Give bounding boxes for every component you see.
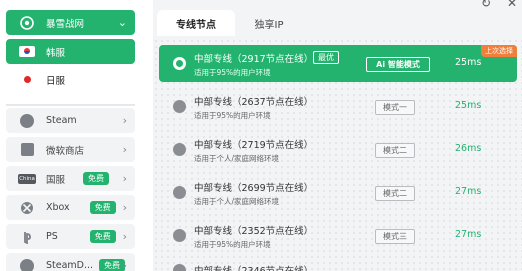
chevron-right-icon: › xyxy=(122,201,127,214)
tab-dedicated-nodes[interactable]: 专线节点 xyxy=(157,10,235,36)
node-row[interactable]: 中部专线（2699节点在线） 适用于个人/家庭网络环境 模式二 27ms xyxy=(159,174,517,211)
battlenet-icon xyxy=(16,12,38,34)
mode-button[interactable]: 模式一 xyxy=(375,100,415,115)
node-title: 中部专线（2346节点在线） xyxy=(194,263,313,271)
mode-button[interactable]: 模式二 xyxy=(375,143,415,158)
sidebar-item-label: SteamD... xyxy=(46,260,94,271)
free-badge: 免费 xyxy=(89,230,116,243)
sidebar-item-label: 微软商店 xyxy=(46,145,85,157)
node-icon xyxy=(173,229,186,242)
node-subtitle: 适用于95%的用户环境 xyxy=(194,240,271,249)
sidebar: 暴雪战网 ⌄ 韩服 日服 Steam › 微软商店 › China 国服 免费 … xyxy=(0,0,143,271)
microsoft-store-icon xyxy=(16,139,38,161)
sidebar-item-korea[interactable]: 韩服 xyxy=(6,39,135,64)
sidebar-item-steam[interactable]: Steam › xyxy=(6,108,135,133)
sidebar-item-microsoft-store[interactable]: 微软商店 › xyxy=(6,137,135,162)
node-subtitle: 适用于95%的用户环境 xyxy=(194,68,271,77)
node-row[interactable]: 中部专线（2346节点在线） xyxy=(159,258,517,271)
node-icon xyxy=(173,186,186,199)
node-title: 中部专线（2699节点在线） xyxy=(194,183,314,194)
node-title: 中部专线（2637节点在线） xyxy=(194,97,314,108)
sidebar-item-label: 暴雪战网 xyxy=(46,18,85,30)
chevron-right-icon: › xyxy=(122,230,127,243)
china-icon: China xyxy=(18,173,36,184)
sidebar-item-battlenet[interactable]: 暴雪战网 ⌄ xyxy=(6,10,135,35)
chevron-down-icon: ⌄ xyxy=(117,16,127,29)
node-icon xyxy=(173,100,186,113)
free-badge: 免费 xyxy=(89,201,116,214)
tab-bar: 专线节点 独享IP xyxy=(153,0,522,38)
node-row[interactable]: 中部专线（2637节点在线） 适用于95%的用户环境 模式一 25ms xyxy=(159,88,517,125)
chevron-right-icon: › xyxy=(122,259,127,271)
node-row[interactable]: 中部专线（2719节点在线） 适用于个人/家庭网络环境 模式二 26ms xyxy=(159,131,517,168)
latency: 27ms xyxy=(455,229,482,240)
sidebar-item-playstation[interactable]: PS 免费 › xyxy=(6,224,135,249)
sidebar-item-china[interactable]: China 国服 免费 › xyxy=(6,166,135,191)
node-subtitle: 适用于个人/家庭网络环境 xyxy=(194,154,280,163)
free-badge: 免费 xyxy=(83,172,110,185)
mode-button[interactable]: 模式三 xyxy=(375,229,415,244)
node-row[interactable]: 中部专线（2352节点在线） 适用于95%的用户环境 模式三 27ms xyxy=(159,217,517,254)
node-panel: 专线节点 独享IP ↻ ✕ 中部专线（2917节点在线） 最优 适用于95%的用… xyxy=(153,0,522,271)
best-badge: 最优 xyxy=(313,51,339,64)
node-row[interactable]: 中部专线（2917节点在线） 最优 适用于95%的用户环境 Ai 智能模式 25… xyxy=(159,45,517,82)
chevron-right-icon: › xyxy=(122,172,127,185)
node-title: 中部专线（2719节点在线） xyxy=(194,140,314,151)
tab-exclusive-ip[interactable]: 独享IP xyxy=(249,10,289,36)
korea-flag-icon xyxy=(16,41,38,63)
steamdeck-icon xyxy=(16,255,38,271)
playstation-icon xyxy=(16,226,38,248)
node-title: 中部专线（2352节点在线） xyxy=(194,226,314,237)
sidebar-item-label: Xbox xyxy=(46,202,70,213)
steam-icon xyxy=(16,110,38,132)
latency: 25ms xyxy=(455,100,482,111)
mode-button[interactable]: 模式二 xyxy=(375,186,415,201)
free-badge: 免费 xyxy=(99,259,126,271)
chevron-right-icon: › xyxy=(122,114,127,127)
japan-flag-icon xyxy=(16,69,38,91)
sidebar-divider xyxy=(6,104,135,106)
sidebar-item-label: Steam xyxy=(46,115,77,126)
last-selected-ribbon: 上次选择 xyxy=(481,45,517,57)
node-subtitle: 适用于95%的用户环境 xyxy=(194,111,271,120)
xbox-icon xyxy=(16,197,38,219)
sidebar-item-label: 韩服 xyxy=(46,47,66,59)
sidebar-item-label: PS xyxy=(46,231,58,242)
refresh-icon[interactable]: ↻ xyxy=(481,0,491,10)
sidebar-item-steamdeck[interactable]: SteamD... 免费 › xyxy=(6,253,135,271)
node-icon xyxy=(173,57,186,70)
latency: 27ms xyxy=(455,186,482,197)
node-icon xyxy=(173,264,186,271)
latency: 25ms xyxy=(455,57,482,68)
sidebar-item-label: 国服 xyxy=(46,174,66,186)
sidebar-item-xbox[interactable]: Xbox 免费 › xyxy=(6,195,135,220)
node-icon xyxy=(173,143,186,156)
sidebar-item-japan[interactable]: 日服 xyxy=(6,67,135,92)
chevron-right-icon: › xyxy=(122,143,127,156)
sidebar-item-label: 日服 xyxy=(46,75,66,87)
mode-button[interactable]: Ai 智能模式 xyxy=(366,57,430,72)
node-title: 中部专线（2917节点在线） xyxy=(194,54,314,65)
close-icon[interactable]: ✕ xyxy=(507,0,517,10)
node-subtitle: 适用于个人/家庭网络环境 xyxy=(194,197,280,206)
latency: 26ms xyxy=(455,143,482,154)
